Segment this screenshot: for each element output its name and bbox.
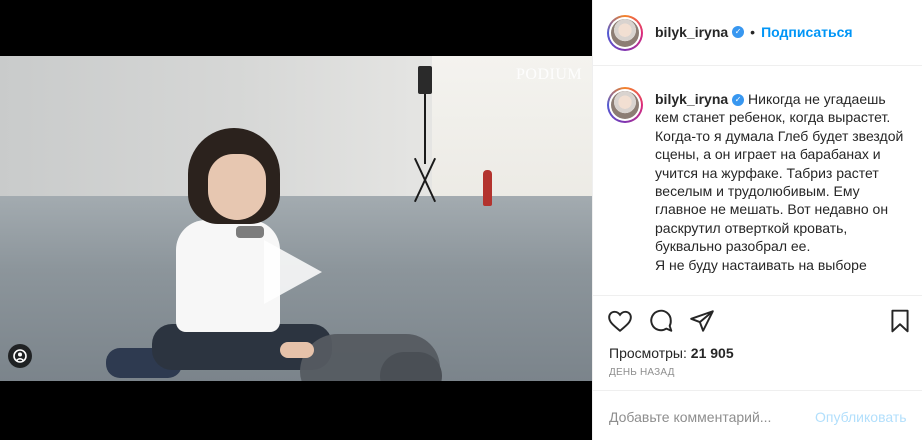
post-header: bilyk_iryna ✓ • Подписаться (593, 0, 922, 66)
caption-body: Никогда не угадаешь кем станет ребенок, … (655, 91, 904, 273)
verified-icon: ✓ (732, 26, 745, 38)
views-number: 21 905 (690, 345, 734, 361)
igtv-icon (8, 344, 32, 368)
caption-text: bilyk_iryna ✓ Никогда не угадаешь кем ста… (655, 90, 913, 274)
actions-section: Просмотры: 21 905 ДЕНЬ НАЗАД (593, 295, 922, 389)
studio-light (418, 66, 432, 94)
avatar[interactable] (607, 15, 643, 51)
verified-icon: ✓ (732, 94, 745, 107)
username-link[interactable]: bilyk_iryna (655, 24, 728, 40)
child-face (208, 154, 266, 220)
play-icon[interactable] (264, 240, 322, 304)
fire-extinguisher (483, 170, 492, 206)
timestamp[interactable]: ДЕНЬ НАЗАД (609, 367, 675, 378)
child-hand (280, 342, 314, 358)
follow-button[interactable]: Подписаться (761, 24, 853, 40)
header-user-line: bilyk_iryna ✓ • Подписаться (655, 24, 853, 40)
heart-icon[interactable] (607, 308, 633, 334)
caption-username[interactable]: bilyk_iryna (655, 91, 728, 107)
watermark: PODIUM (516, 66, 583, 83)
video-player[interactable]: PODIUM (0, 56, 592, 381)
share-icon[interactable] (689, 308, 715, 334)
caption: bilyk_iryna ✓ Никогда не угадаешь кем ста… (593, 67, 922, 295)
bow-tie (236, 226, 264, 238)
tripod-leg (424, 94, 426, 164)
separator: • (750, 24, 756, 40)
plush-toy-head (380, 352, 442, 381)
view-count: Просмотры: 21 905 (609, 345, 734, 361)
publish-button[interactable]: Опубликовать (815, 409, 907, 425)
media-panel: PODIUM (0, 0, 592, 440)
post-sidebar: bilyk_iryna ✓ • Подписаться bilyk_iryna ✓… (592, 0, 922, 440)
views-label: Просмотры: (609, 345, 687, 361)
comment-input[interactable] (609, 409, 799, 425)
bookmark-icon[interactable] (887, 308, 913, 334)
caption-avatar[interactable] (607, 87, 643, 123)
comment-bar: Опубликовать (593, 390, 922, 440)
comment-icon[interactable] (648, 308, 674, 334)
